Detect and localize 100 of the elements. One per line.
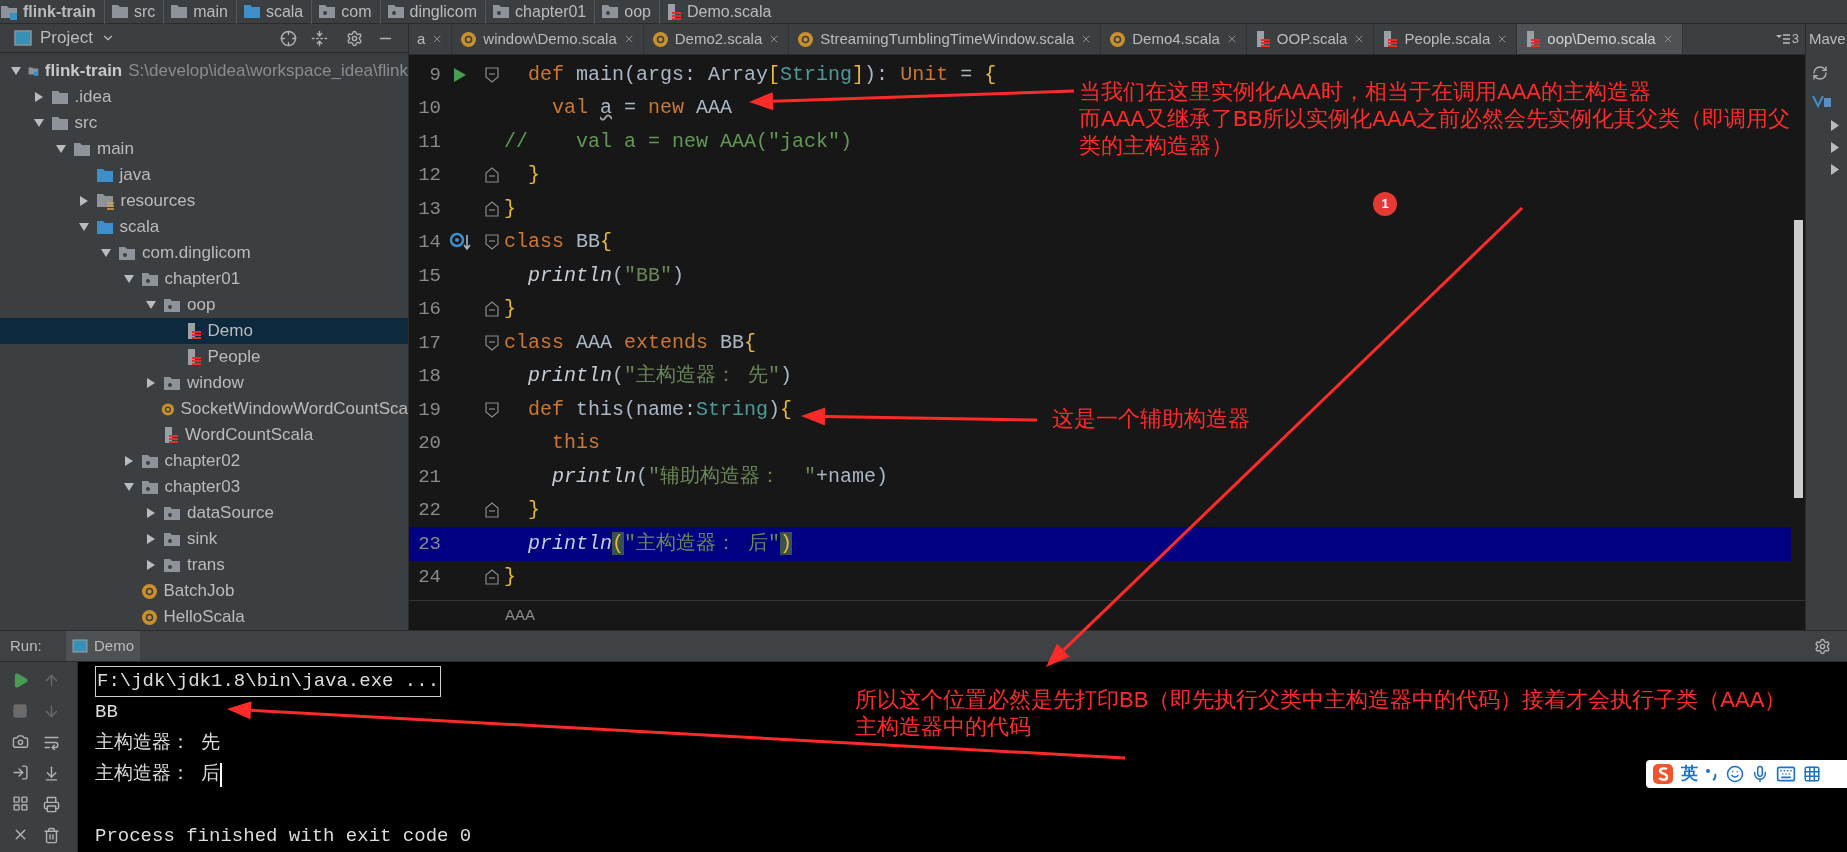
collapsed-triangle-icon[interactable]	[122, 455, 135, 467]
expanded-triangle-icon[interactable]	[55, 143, 67, 155]
expanded-triangle-icon[interactable]	[10, 65, 22, 77]
breadcrumb-item[interactable]: main	[163, 0, 236, 24]
collapsed-triangle-icon[interactable]	[145, 533, 157, 545]
tree-item[interactable]: People	[0, 344, 408, 370]
collapsed-triangle-icon[interactable]	[145, 559, 157, 571]
collapsed-triangle-icon[interactable]	[1830, 164, 1840, 175]
expanded-triangle-icon[interactable]	[145, 299, 157, 311]
soft-wrap-icon[interactable]	[43, 734, 60, 751]
editor-tab[interactable]: Demo4.scala	[1101, 24, 1247, 54]
run-icon[interactable]	[12, 672, 29, 689]
breadcrumb-item[interactable]: src	[103, 0, 164, 24]
tree-item[interactable]: dataSource	[0, 500, 408, 526]
tree-item[interactable]: Demo	[0, 318, 408, 344]
tree-item[interactable]: resources	[0, 188, 408, 214]
fold-marker-icon[interactable]	[484, 569, 499, 586]
print-icon[interactable]	[43, 796, 60, 813]
breadcrumb-item[interactable]: oop	[594, 0, 659, 24]
collapsed-triangle-icon[interactable]	[77, 195, 90, 207]
trash-icon[interactable]	[43, 827, 60, 844]
editor-tab[interactable]: Demo2.scala	[643, 24, 790, 54]
tree-item[interactable]: trans	[0, 552, 408, 578]
tree-item[interactable]: com.dinglicom	[0, 240, 408, 266]
fold-marker-icon[interactable]	[484, 66, 499, 83]
input-mode-toggle[interactable]: 英	[1681, 761, 1698, 787]
fold-marker-icon[interactable]	[484, 200, 499, 217]
tree-item[interactable]: oop	[0, 292, 408, 318]
breadcrumb-item[interactable]: Demo.scala	[658, 0, 780, 24]
tree-item[interactable]: WordCountScala	[0, 422, 408, 448]
tree-item[interactable]: .idea	[0, 84, 408, 110]
login-icon[interactable]	[12, 764, 29, 781]
collapse-all-icon[interactable]	[311, 29, 328, 47]
grid-icon[interactable]	[1803, 765, 1821, 783]
expanded-triangle-icon[interactable]	[77, 221, 90, 233]
tree-item[interactable]: sink	[0, 526, 408, 552]
collapsed-triangle-icon[interactable]	[1830, 142, 1840, 153]
scrollbar-thumb[interactable]	[1793, 220, 1803, 498]
breadcrumb-item[interactable]: scala	[235, 0, 312, 24]
editor-tab[interactable]: window\Demo.scala	[452, 24, 644, 54]
collapsed-triangle-icon[interactable]	[32, 91, 45, 103]
breadcrumb-item[interactable]: com	[311, 0, 380, 24]
emoji-icon[interactable]	[1726, 765, 1744, 783]
code-token: println	[527, 364, 613, 388]
fold-marker-icon[interactable]	[484, 502, 499, 519]
breadcrumb-item[interactable]: dinglicom	[379, 0, 486, 24]
settings-icon[interactable]	[1814, 637, 1831, 655]
tree-item[interactable]: HelloScala	[0, 604, 408, 630]
expanded-triangle-icon[interactable]	[32, 117, 45, 129]
project-name: flink-train	[44, 60, 123, 83]
package-folder-icon	[140, 479, 159, 495]
fold-marker-icon[interactable]	[484, 234, 499, 251]
tree-item[interactable]: scala	[0, 214, 408, 240]
collapsed-triangle-icon[interactable]	[1830, 120, 1840, 131]
editor-breadcrumb[interactable]: AAA	[505, 604, 535, 627]
settings-icon[interactable]	[346, 29, 363, 47]
expanded-triangle-icon[interactable]	[122, 273, 135, 285]
object-circle-icon	[140, 582, 158, 600]
tree-item[interactable]: main	[0, 136, 408, 162]
scroll-to-end-icon[interactable]	[43, 765, 60, 782]
code-token: {	[600, 230, 613, 254]
fold-marker-icon[interactable]	[484, 334, 499, 351]
project-view-dropdown[interactable]: Project	[40, 25, 115, 51]
fold-marker-icon[interactable]	[484, 301, 499, 318]
layout-icon[interactable]	[12, 795, 29, 812]
tree-item[interactable]: chapter02	[0, 448, 408, 474]
editor-tab[interactable]: oop\Demo.scala	[1517, 24, 1683, 54]
refresh-icon[interactable]	[1812, 65, 1828, 81]
run-tab[interactable]: Demo	[66, 631, 140, 661]
punctuation-icon[interactable]	[1705, 766, 1719, 782]
tree-item[interactable]: chapter03	[0, 474, 408, 500]
expanded-triangle-icon[interactable]	[100, 247, 112, 259]
tree-item[interactable]: window	[0, 370, 408, 396]
tree-item[interactable]: flink-train S:\develop\idea\workspace_idea\flink	[0, 58, 408, 84]
fold-marker-icon[interactable]	[484, 167, 499, 184]
expanded-triangle-icon[interactable]	[122, 481, 135, 493]
fold-marker-icon[interactable]	[484, 401, 499, 418]
run-icon[interactable]	[453, 66, 467, 83]
tree-item[interactable]: src	[0, 110, 408, 136]
microphone-icon[interactable]	[1751, 765, 1769, 783]
collapsed-triangle-icon[interactable]	[145, 377, 157, 389]
editor-tab[interactable]: OOP.scala	[1246, 24, 1375, 54]
keyboard-icon[interactable]	[1776, 764, 1796, 784]
maven-label[interactable]: Mave	[1806, 24, 1846, 55]
tree-item[interactable]: java	[0, 162, 408, 188]
camera-icon[interactable]	[12, 733, 29, 750]
locate-icon[interactable]	[280, 29, 297, 47]
collapsed-triangle-icon[interactable]	[145, 507, 157, 519]
breadcrumb-item[interactable]: flink-train	[0, 0, 104, 24]
override-marker-icon[interactable]	[449, 232, 471, 253]
tree-item[interactable]: SocketWindowWordCountSca	[0, 396, 408, 422]
package-folder-icon	[163, 297, 181, 313]
editor-tab[interactable]: StreamingTumblingTimeWindow.scala	[789, 24, 1102, 54]
tab-overflow-menu[interactable]: 3	[1769, 24, 1805, 54]
tree-item[interactable]: BatchJob	[0, 578, 408, 604]
editor-tab[interactable]: a	[409, 24, 453, 54]
project-folder-icon	[0, 3, 18, 20]
tree-item[interactable]: chapter01	[0, 266, 408, 292]
breadcrumb-item[interactable]: chapter01	[485, 0, 595, 24]
logo-icon[interactable]	[1652, 763, 1674, 785]
